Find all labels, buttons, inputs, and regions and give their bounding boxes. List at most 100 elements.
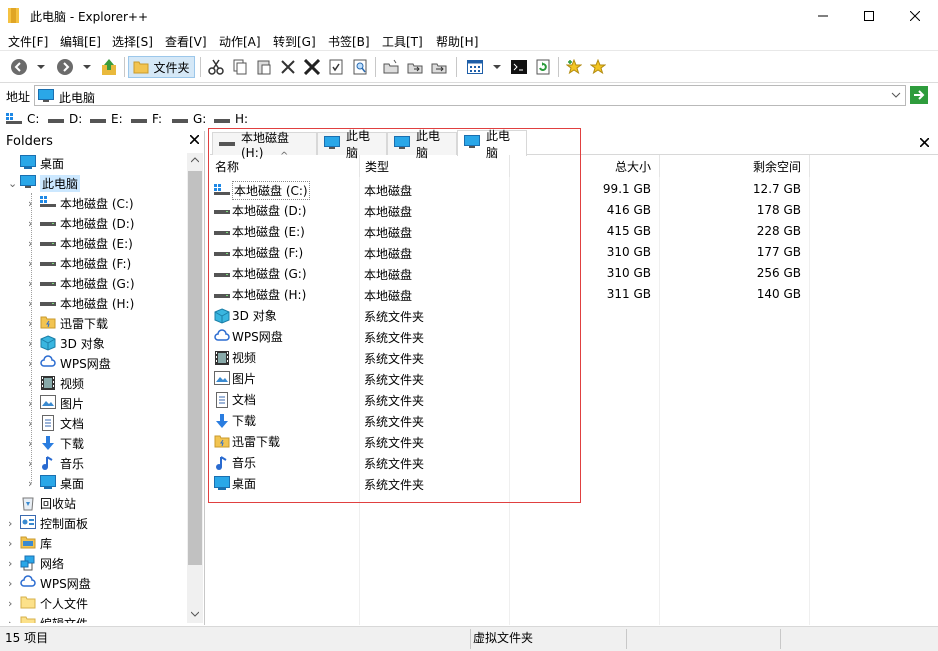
views-button[interactable] <box>464 56 486 78</box>
drive-button-f[interactable]: F: <box>131 112 162 126</box>
drive-button-g[interactable]: G: <box>172 112 206 126</box>
menu-select[interactable]: 选择[S] <box>112 33 153 50</box>
folders-toggle-button[interactable]: 文件夹 <box>128 56 195 78</box>
scroll-down-icon[interactable] <box>191 611 199 617</box>
tree-node-9[interactable]: › 3D 对象 <box>28 333 105 353</box>
expand-arrow-icon[interactable]: › <box>28 317 38 330</box>
menu-edit[interactable]: 编辑[E] <box>60 33 101 50</box>
tab-this-pc-2[interactable]: 此电脑 <box>387 129 457 160</box>
search-button[interactable] <box>349 56 371 78</box>
table-row[interactable]: 桌面 系统文件夹 <box>210 472 938 493</box>
back-dropdown[interactable] <box>34 56 48 78</box>
expand-arrow-icon[interactable]: › <box>28 397 38 410</box>
drive-button-h[interactable]: H: <box>214 112 248 126</box>
back-button[interactable] <box>8 56 30 78</box>
drive-button-d[interactable]: D: <box>48 112 82 126</box>
new-folder-button[interactable] <box>380 56 402 78</box>
column-header-name[interactable]: 名称 ^ <box>210 151 360 177</box>
menu-actions[interactable]: 动作[A] <box>219 33 261 50</box>
bookmarks-button[interactable] <box>587 56 609 78</box>
column-header-type[interactable]: 类型 <box>360 155 510 177</box>
column-header-free[interactable]: 剩余空间 <box>660 155 810 177</box>
expand-arrow-icon[interactable]: › <box>28 277 38 290</box>
tree-node-14[interactable]: › 下载 <box>28 433 84 453</box>
drive-button-c[interactable]: C: <box>6 112 39 126</box>
tree-node-15[interactable]: › 音乐 <box>28 453 84 473</box>
menu-help[interactable]: 帮助[H] <box>436 33 478 50</box>
tree-node-8[interactable]: › 迅雷下载 <box>28 313 108 333</box>
tree-node-11[interactable]: › 视频 <box>28 373 84 393</box>
expand-arrow-icon[interactable]: › <box>8 617 18 624</box>
folder-tree-scrollbar[interactable] <box>187 153 203 623</box>
drive-button-e[interactable]: E: <box>90 112 123 126</box>
expand-arrow-icon[interactable]: › <box>8 537 18 550</box>
copy-to-button[interactable] <box>404 56 426 78</box>
expand-arrow-icon[interactable]: › <box>28 417 38 430</box>
expand-arrow-icon[interactable]: › <box>8 597 18 610</box>
expand-arrow-icon[interactable]: › <box>28 297 38 310</box>
folder-tree[interactable]: 桌面 ⌄ 此电脑 › 本地磁盘 (C:) › 本地磁盘 (D:) › 本地磁盘 (E:) › 本地磁… <box>0 153 187 623</box>
copy-button[interactable] <box>229 56 251 78</box>
move-to-button[interactable] <box>428 56 450 78</box>
table-row[interactable]: 本地磁盘 (D:) 本地磁盘 416 GB 178 GB <box>210 199 938 220</box>
menu-view[interactable]: 查看[V] <box>165 33 207 50</box>
delete-permanently-button[interactable] <box>301 56 323 78</box>
table-row[interactable]: WPS网盘 系统文件夹 <box>210 325 938 346</box>
close-button[interactable] <box>892 0 938 31</box>
tree-node-2[interactable]: › 本地磁盘 (C:) <box>28 193 134 213</box>
up-button[interactable] <box>98 56 120 78</box>
expand-arrow-icon[interactable]: › <box>28 437 38 450</box>
tree-node-7[interactable]: › 本地磁盘 (H:) <box>28 293 134 313</box>
tree-node-13[interactable]: › 文档 <box>28 413 84 433</box>
tree-node-22[interactable]: › 个人文件 <box>8 593 88 613</box>
maximize-button[interactable] <box>846 0 892 31</box>
menu-file[interactable]: 文件[F] <box>8 33 48 50</box>
expand-arrow-icon[interactable]: › <box>28 257 38 270</box>
table-row[interactable]: 图片 系统文件夹 <box>210 367 938 388</box>
tree-node-17[interactable]: 回收站 <box>8 493 76 513</box>
table-row[interactable]: 本地磁盘 (H:) 本地磁盘 311 GB 140 GB <box>210 283 938 304</box>
expand-arrow-icon[interactable]: › <box>8 557 18 570</box>
tree-node-23[interactable]: › 编辑文件 <box>8 613 88 623</box>
expand-arrow-icon[interactable]: › <box>28 477 38 490</box>
table-row[interactable]: 本地磁盘 (G:) 本地磁盘 310 GB 256 GB <box>210 262 938 283</box>
add-bookmark-button[interactable] <box>563 56 585 78</box>
expand-arrow-icon[interactable]: › <box>8 517 18 530</box>
tree-node-19[interactable]: › 库 <box>8 533 52 553</box>
table-row[interactable]: 迅雷下载 系统文件夹 <box>210 430 938 451</box>
menu-tools[interactable]: 工具[T] <box>382 33 423 50</box>
expand-arrow-icon[interactable]: › <box>28 337 38 350</box>
tree-node-0[interactable]: 桌面 <box>8 153 64 173</box>
properties-button[interactable] <box>325 56 347 78</box>
expand-arrow-icon[interactable]: › <box>28 197 38 210</box>
paste-button[interactable] <box>253 56 275 78</box>
chevron-down-icon[interactable] <box>891 89 901 101</box>
tab-this-pc-active[interactable]: 此电脑 <box>457 129 527 160</box>
expand-arrow-icon[interactable]: › <box>8 577 18 590</box>
table-row[interactable]: 本地磁盘 (E:) 本地磁盘 415 GB 228 GB <box>210 220 938 241</box>
table-row[interactable]: 3D 对象 系统文件夹 <box>210 304 938 325</box>
cut-button[interactable] <box>205 56 227 78</box>
expand-arrow-icon[interactable]: ⌄ <box>8 177 18 190</box>
expand-arrow-icon[interactable]: › <box>28 357 38 370</box>
tree-node-3[interactable]: › 本地磁盘 (D:) <box>28 213 134 233</box>
table-row[interactable]: 本地磁盘 (F:) 本地磁盘 310 GB 177 GB <box>210 241 938 262</box>
go-button[interactable] <box>910 86 928 104</box>
tree-node-18[interactable]: › 控制面板 <box>8 513 88 533</box>
close-tab-icon[interactable] <box>920 138 929 147</box>
close-icon[interactable] <box>190 135 199 144</box>
menu-bookmarks[interactable]: 书签[B] <box>328 33 370 50</box>
column-header-total[interactable]: 总大小 <box>510 155 660 177</box>
refresh-button[interactable] <box>532 56 554 78</box>
expand-arrow-icon[interactable]: › <box>28 377 38 390</box>
command-prompt-button[interactable] <box>508 56 530 78</box>
address-input[interactable]: 此电脑 <box>34 85 906 106</box>
forward-dropdown[interactable] <box>80 56 94 78</box>
table-row[interactable]: 音乐 系统文件夹 <box>210 451 938 472</box>
expand-arrow-icon[interactable]: › <box>28 237 38 250</box>
menu-goto[interactable]: 转到[G] <box>273 33 316 50</box>
tree-node-21[interactable]: › WPS网盘 <box>8 573 91 593</box>
table-row[interactable]: 本地磁盘 (C:) 本地磁盘 99.1 GB 12.7 GB <box>210 178 938 200</box>
tree-node-5[interactable]: › 本地磁盘 (F:) <box>28 253 131 273</box>
expand-arrow-icon[interactable]: › <box>28 217 38 230</box>
